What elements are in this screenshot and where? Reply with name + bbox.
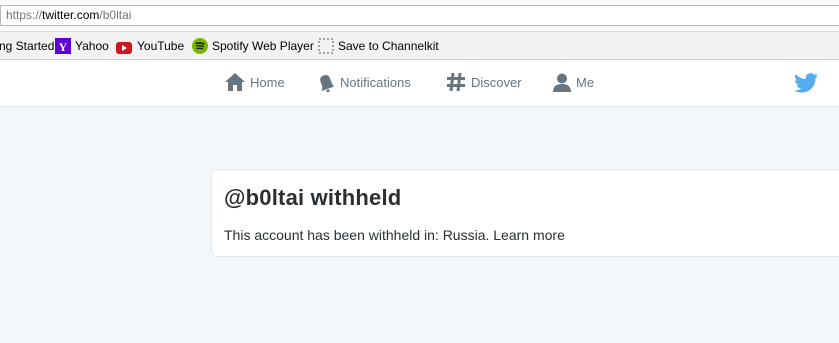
nav-discover[interactable]: Discover xyxy=(446,60,526,106)
home-icon xyxy=(225,73,245,91)
url-domain: twitter.com xyxy=(42,8,100,22)
nav-home-label: Home xyxy=(250,75,285,90)
nav-notifications-label: Notifications xyxy=(340,75,411,90)
spotify-icon xyxy=(192,38,208,54)
nav-home[interactable]: Home xyxy=(225,60,290,106)
person-icon xyxy=(553,73,571,92)
page-title: @b0ltai withheld xyxy=(224,185,402,210)
learn-more-link[interactable]: Learn more xyxy=(493,227,565,243)
bookmark-label: Save to Channelkit xyxy=(338,39,439,53)
nav-notifications[interactable]: Notifications xyxy=(316,60,421,106)
url-prefix: https:// xyxy=(6,8,43,22)
svg-text:Y: Y xyxy=(59,40,68,54)
hashtag-icon xyxy=(447,72,465,92)
url-path: /b0ltai xyxy=(99,8,132,22)
nav-discover-label: Discover xyxy=(471,75,522,90)
withheld-text: This account has been withheld in: Russi… xyxy=(224,227,490,243)
bookmark-label: Spotify Web Player xyxy=(212,39,314,53)
dotted-square-icon xyxy=(318,38,334,54)
bell-icon xyxy=(320,74,335,92)
bookmark-label: Yahoo xyxy=(75,39,109,53)
withheld-message: This account has been withheld in: Russi… xyxy=(224,227,565,243)
bookmark-label: YouTube xyxy=(137,39,185,53)
bookmark-label: ng Started xyxy=(0,39,55,53)
bookmark-getting-started[interactable]: ng Started xyxy=(0,32,54,60)
nav-me-label: Me xyxy=(576,75,595,90)
top-navigation: Home Notifications Discover Me xyxy=(0,60,839,107)
bookmarks-bar: ng Started Y Yahoo YouTube Spotify Web P… xyxy=(0,32,839,60)
yahoo-icon: Y xyxy=(55,38,71,54)
twitter-bird-icon[interactable] xyxy=(794,73,818,93)
url-field[interactable]: https://twitter.com/b0ltai xyxy=(0,5,839,26)
nav-me[interactable]: Me xyxy=(552,60,597,106)
withheld-card: @b0ltai withheld This account has been w… xyxy=(211,169,839,257)
youtube-icon xyxy=(116,42,132,54)
address-bar: https://twitter.com/b0ltai xyxy=(0,0,839,32)
